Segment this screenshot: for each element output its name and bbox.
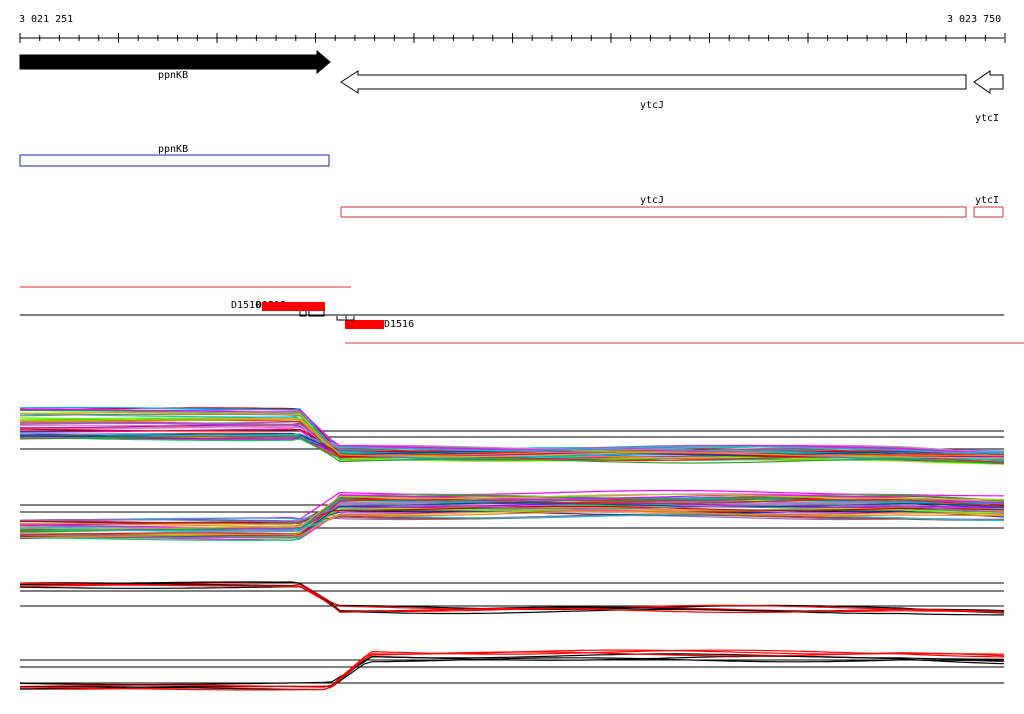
gene-arrow-ppnkb[interactable] [19,49,331,75]
feature-block-d1516[interactable] [345,320,384,329]
expression-profiles-panel-3 [19,581,1005,616]
transcript-box-ppnkb[interactable] [19,154,330,167]
gene-arrow-ytcj[interactable] [340,70,967,94]
gene-arrow-ytci[interactable] [973,70,1004,94]
expression-profile-line [19,653,1005,690]
expression-profiles-panel-4 [19,649,1005,691]
transcript-box-ytcj[interactable] [340,206,967,218]
genome-browser-view: 3 021 251 3 023 750 ppnKB ytcJ ytcI ppnK… [0,0,1024,714]
expression-profiles-panel-2 [19,489,1005,541]
tracks-canvas [19,33,1024,691]
ruler-axis [19,33,1006,43]
expression-profile-line [19,649,1005,688]
feature-block-d1515[interactable] [262,302,325,311]
transcript-box-ytci[interactable] [973,206,1004,218]
expression-profiles-panel-1 [19,406,1005,465]
